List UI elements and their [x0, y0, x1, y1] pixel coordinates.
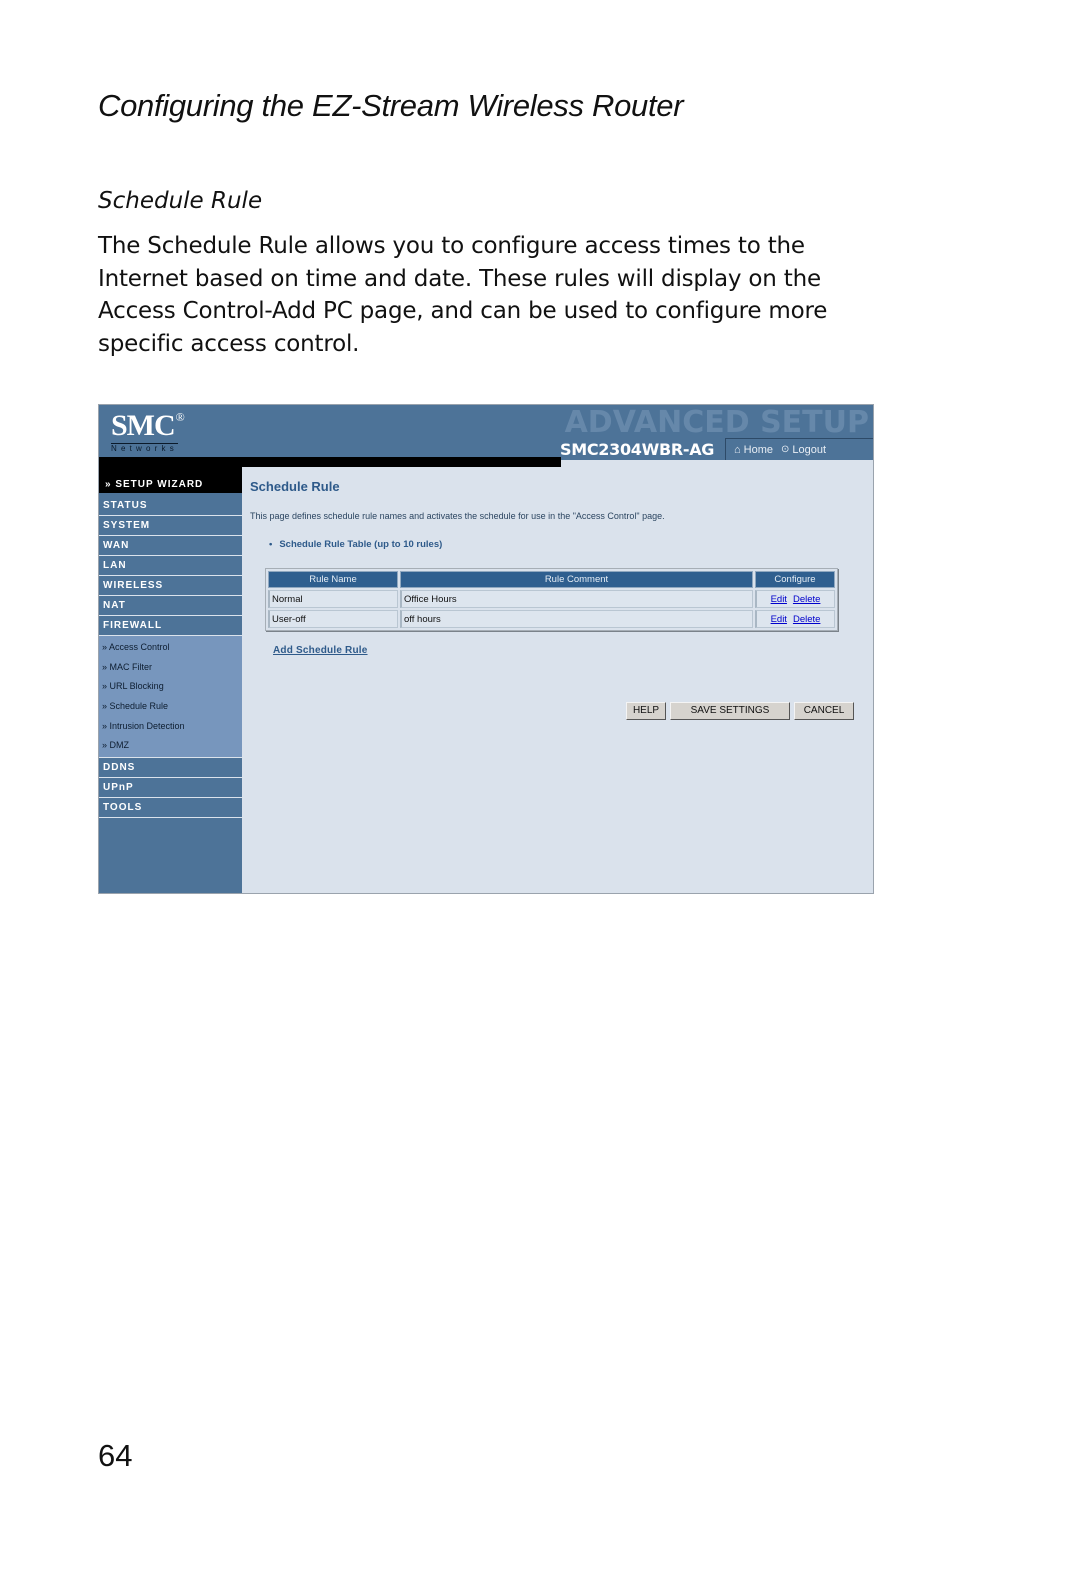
section-title: Schedule Rule: [98, 188, 263, 214]
delete-link[interactable]: Delete: [793, 594, 820, 605]
sidebar-item-firewall[interactable]: FIREWALL: [99, 616, 242, 636]
table-row: Normal Office Hours Edit Delete: [268, 590, 835, 608]
sidebar-item-status[interactable]: STATUS: [99, 496, 242, 516]
firewall-submenu: » Access Control » MAC Filter » URL Bloc…: [99, 636, 242, 759]
submenu-schedule-rule[interactable]: » Schedule Rule: [99, 697, 242, 717]
add-schedule-rule-link[interactable]: Add Schedule Rule: [273, 645, 368, 656]
column-header-rule-name: Rule Name: [268, 571, 398, 588]
table-row: User-off off hours Edit Delete: [268, 610, 835, 628]
submenu-url-blocking[interactable]: » URL Blocking: [99, 677, 242, 697]
column-header-rule-comment: Rule Comment: [400, 571, 753, 588]
page-number: 64: [98, 1438, 133, 1473]
rule-comment-cell: Office Hours: [400, 590, 753, 608]
sidebar-item-setup-wizard[interactable]: » SETUP WIZARD: [99, 479, 242, 493]
logout-link[interactable]: ⊙ Logout: [781, 444, 826, 456]
home-icon: ⌂: [734, 443, 741, 456]
smc-logo: SMC®: [111, 409, 185, 443]
sidebar-item-ddns[interactable]: DDNS: [99, 758, 242, 779]
logout-label: Logout: [792, 443, 827, 456]
logo-subtitle: Networks: [111, 443, 178, 453]
sidebar-item-wireless[interactable]: WIRELESS: [99, 576, 242, 596]
delete-link[interactable]: Delete: [793, 614, 820, 625]
home-link[interactable]: ⌂ Home: [734, 444, 773, 456]
submenu-dmz[interactable]: » DMZ: [99, 736, 242, 756]
content-title: Schedule Rule: [250, 479, 340, 494]
configure-cell: Edit Delete: [755, 590, 835, 608]
help-button[interactable]: HELP: [626, 702, 666, 720]
model-name: SMC2304WBR-AG: [560, 440, 715, 459]
submenu-intrusion-detection[interactable]: » Intrusion Detection: [99, 717, 242, 737]
rule-name-cell: Normal: [268, 590, 398, 608]
sidebar: » SETUP WIZARD STATUS SYSTEM WAN LAN WIR…: [99, 479, 242, 893]
table-caption: Schedule Rule Table (up to 10 rules): [269, 539, 442, 550]
logo-text: SMC: [111, 409, 176, 442]
configure-cell: Edit Delete: [755, 610, 835, 628]
sidebar-item-wan[interactable]: WAN: [99, 536, 242, 556]
column-header-configure: Configure: [755, 571, 835, 588]
content-description: This page defines schedule rule names an…: [250, 511, 665, 521]
edit-link[interactable]: Edit: [771, 614, 787, 625]
registered-mark: ®: [175, 410, 185, 424]
save-settings-button[interactable]: SAVE SETTINGS: [670, 702, 790, 720]
home-label: Home: [743, 443, 773, 456]
sidebar-menu: STATUS SYSTEM WAN LAN WIRELESS NAT FIREW…: [99, 496, 242, 819]
logout-icon: ⊙: [781, 444, 790, 455]
sidebar-item-upnp[interactable]: UPnP: [99, 778, 242, 799]
advanced-setup-banner: ADVANCED SETUP: [564, 405, 869, 440]
body-paragraph: The Schedule Rule allows you to configur…: [98, 233, 828, 357]
submenu-mac-filter[interactable]: » MAC Filter: [99, 658, 242, 678]
sidebar-item-tools[interactable]: TOOLS: [99, 798, 242, 819]
top-nav: ⌂ Home ⊙ Logout: [725, 438, 873, 460]
sidebar-item-lan[interactable]: LAN: [99, 556, 242, 576]
router-ui-screenshot: SMC® Networks ADVANCED SETUP SMC2304WBR-…: [98, 404, 874, 894]
rule-name-cell: User-off: [268, 610, 398, 628]
document-header: Configuring the EZ-Stream Wireless Route…: [98, 88, 684, 123]
rule-comment-cell: off hours: [400, 610, 753, 628]
cancel-button[interactable]: CANCEL: [794, 702, 854, 720]
schedule-rule-table: Rule Name Rule Comment Configure Normal …: [265, 568, 838, 631]
edit-link[interactable]: Edit: [771, 594, 787, 605]
sidebar-item-nat[interactable]: NAT: [99, 596, 242, 616]
sidebar-item-system[interactable]: SYSTEM: [99, 516, 242, 536]
submenu-access-control[interactable]: » Access Control: [99, 638, 242, 658]
